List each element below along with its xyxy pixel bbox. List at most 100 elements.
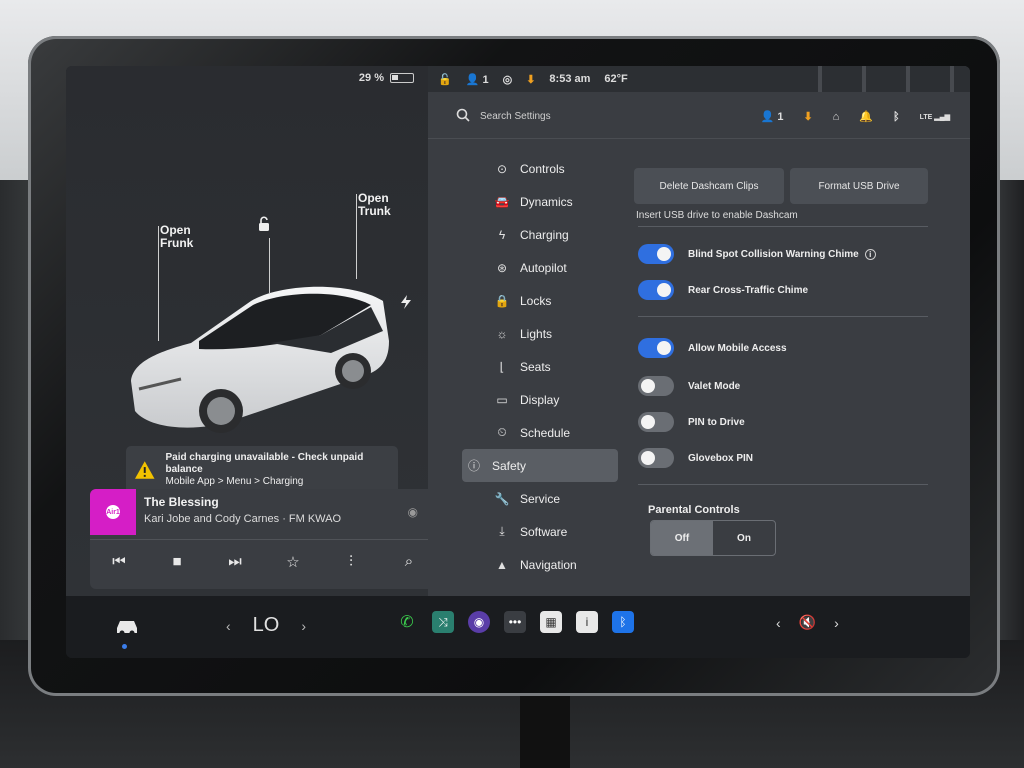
car-icon[interactable] xyxy=(114,616,140,636)
charging-alert[interactable]: Paid charging unavailable - Check unpaid… xyxy=(126,446,398,494)
warning-icon xyxy=(134,461,155,479)
nav-item-dynamics[interactable]: 🚘 Dynamics xyxy=(462,185,618,218)
blind-spot-label: Blind Spot Collision Warning Chime xyxy=(688,248,859,260)
station-logo: Air1 xyxy=(106,505,120,519)
parental-off-option[interactable]: Off xyxy=(651,521,713,555)
bluetooth-icon[interactable]: ᛒ xyxy=(893,111,900,123)
lte-signal-icon: LTE ▂▄▆ xyxy=(919,113,950,121)
cabin-temperature[interactable]: LO xyxy=(253,614,280,637)
steering-wheel-icon: ⊛ xyxy=(496,260,508,275)
delete-dashcam-button[interactable]: Delete Dashcam Clips xyxy=(634,168,784,204)
glovebox-pin-label: Glovebox PIN xyxy=(688,452,754,464)
sentry-icon: ◎ xyxy=(502,73,513,86)
homelink-icon[interactable]: ⌂ xyxy=(833,111,840,123)
mute-icon[interactable]: 🔇 xyxy=(799,614,816,631)
temp-down-icon[interactable]: ‹ xyxy=(226,618,231,634)
calendar-app-icon[interactable]: ▦ xyxy=(540,611,562,633)
nav-label: Charging xyxy=(520,227,569,242)
nav-item-safety[interactable]: ⓘ Safety xyxy=(462,449,618,482)
nav-label: Service xyxy=(520,491,561,506)
alert-path: Mobile App > Menu > Charging xyxy=(165,476,304,487)
mobile-access-toggle[interactable] xyxy=(638,338,674,358)
glovebox-pin-row: Glovebox PIN xyxy=(638,448,753,468)
nav-item-autopilot[interactable]: ⊛ Autopilot xyxy=(462,251,618,284)
clock-time: 8:53 am xyxy=(549,73,591,85)
open-frunk-button[interactable]: Open Frunk xyxy=(160,224,193,250)
nav-item-locks[interactable]: 🔒 Locks xyxy=(462,284,618,317)
software-update-icon[interactable]: ⬇ xyxy=(803,110,812,123)
divider xyxy=(638,484,928,485)
touchscreen: 29 % Open Frunk Open Trunk Paid charging… xyxy=(66,66,970,658)
rear-cross-label: Rear Cross-Traffic Chime xyxy=(688,284,809,296)
unlocked-icon: 🔓 xyxy=(438,73,452,86)
nav-item-navigation[interactable]: ▲ Navigation xyxy=(462,548,618,581)
nav-item-controls[interactable]: ⊙ Controls xyxy=(462,152,618,185)
nav-label: Display xyxy=(520,392,560,407)
pin-to-drive-row: PIN to Drive xyxy=(638,412,745,432)
phone-icon[interactable]: ✆ xyxy=(396,611,418,633)
passenger-indicator: 👤 1 xyxy=(465,73,489,86)
camera-app-icon[interactable]: ◉ xyxy=(468,611,490,633)
nav-item-lights[interactable]: ☼ Lights xyxy=(462,317,618,350)
bluetooth-app-icon[interactable]: ᛒ xyxy=(612,611,634,633)
arrow-icon: ▲ xyxy=(496,557,508,572)
notification-bell-icon[interactable]: 🔔 xyxy=(859,110,873,123)
toybox-app-icon[interactable]: i xyxy=(576,611,598,633)
search-icon xyxy=(456,108,470,122)
info-icon: ⓘ xyxy=(467,459,480,473)
nav-label: Software xyxy=(520,524,568,539)
valet-mode-toggle[interactable] xyxy=(638,376,674,396)
profile-icon[interactable]: 👤 1 xyxy=(761,110,784,123)
climate-control: ‹ LO › xyxy=(226,614,306,637)
album-art: Air1 xyxy=(90,489,136,535)
volume-down-icon[interactable]: ‹ xyxy=(776,615,781,631)
battery-status: 29 % xyxy=(359,72,414,84)
mobile-access-row: Allow Mobile Access xyxy=(638,338,787,358)
divider xyxy=(638,316,928,317)
divider xyxy=(638,226,928,227)
next-track-icon[interactable]: ⏭ xyxy=(223,550,247,574)
equalizer-icon[interactable]: ⫶ xyxy=(339,550,363,574)
info-icon[interactable]: i xyxy=(864,248,876,260)
passenger-count: 1 xyxy=(482,73,489,86)
search-bar[interactable]: 👤 1 ⬇ ⌂ 🔔 ᛒ LTE ▂▄▆ xyxy=(428,102,970,130)
nav-item-service[interactable]: 🔧 Service xyxy=(462,482,618,515)
nav-label: Lights xyxy=(520,326,553,341)
media-player[interactable]: Air1 The Blessing Kari Jobe and Cody Car… xyxy=(90,489,438,589)
nav-item-schedule[interactable]: ⏲ Schedule xyxy=(462,416,618,449)
unlock-icon[interactable] xyxy=(256,216,272,232)
temp-up-icon[interactable]: › xyxy=(301,618,306,634)
blind-spot-toggle[interactable] xyxy=(638,244,674,264)
outside-temperature: 62°F xyxy=(604,73,628,85)
nav-item-charging[interactable]: ϟ Charging xyxy=(462,218,618,251)
favorite-star-icon[interactable]: ☆ xyxy=(281,550,305,574)
parental-on-option[interactable]: On xyxy=(713,521,775,555)
nav-item-software[interactable]: ⤓ Software xyxy=(462,515,618,548)
charge-port-icon[interactable] xyxy=(399,294,413,310)
nav-item-seats[interactable]: ⌊ Seats xyxy=(462,350,618,383)
dashcam-buttons: Delete Dashcam Clips Format USB Drive xyxy=(634,168,928,204)
pin-to-drive-toggle[interactable] xyxy=(638,412,674,432)
car-image xyxy=(131,286,389,433)
format-usb-button[interactable]: Format USB Drive xyxy=(790,168,928,204)
download-icon: ⬇ xyxy=(526,73,536,86)
download-icon: ⤓ xyxy=(499,524,505,538)
nav-label: Locks xyxy=(520,293,552,308)
battery-icon xyxy=(390,73,414,83)
alert-title: Paid charging unavailable - Check unpaid… xyxy=(165,452,364,475)
nav-item-display[interactable]: ▭ Display xyxy=(462,383,618,416)
app-launcher: ✆ ⤨ ◉ ••• ▦ i ᛒ xyxy=(396,611,634,633)
shuffle-app-icon[interactable]: ⤨ xyxy=(432,611,454,633)
more-apps-icon[interactable]: ••• xyxy=(504,611,526,633)
track-title: The Blessing xyxy=(144,495,219,509)
glovebox-pin-toggle[interactable] xyxy=(638,448,674,468)
taskbar: ‹ LO › ✆ ⤨ ◉ ••• ▦ i ᛒ ‹ 🔇 › xyxy=(66,596,970,658)
rear-cross-toggle[interactable] xyxy=(638,280,674,300)
open-trunk-button[interactable]: Open Trunk xyxy=(358,192,391,218)
previous-track-icon[interactable]: ⏮ xyxy=(107,550,131,574)
search-input[interactable] xyxy=(480,110,680,122)
stop-icon[interactable]: ■ xyxy=(165,550,189,574)
media-search-icon[interactable]: ⌕ xyxy=(397,550,421,574)
media-controls: ⏮ ■ ⏭ ☆ ⫶ ⌕ xyxy=(90,539,438,583)
volume-up-icon[interactable]: › xyxy=(834,615,839,631)
